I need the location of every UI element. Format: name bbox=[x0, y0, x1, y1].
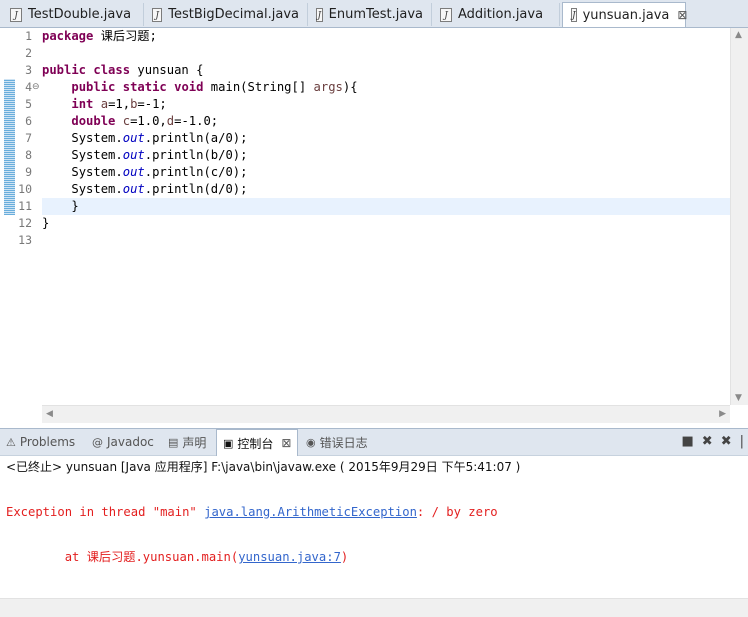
tab-label: TestBigDecimal.java bbox=[168, 7, 299, 22]
source-location-link[interactable]: yunsuan.java:7 bbox=[238, 550, 341, 564]
tab-testbigdecimal[interactable]: J TestBigDecimal.java bbox=[144, 3, 308, 26]
editor-horizontal-scrollbar[interactable]: ◀ ▶ bbox=[42, 405, 730, 423]
code-line: System.out.println(b/0); bbox=[71, 148, 248, 162]
code-line: package 课后习题; bbox=[42, 29, 157, 43]
line-number: 1 bbox=[25, 29, 32, 43]
tab-error-log[interactable]: ◉ 错误日志 bbox=[306, 429, 368, 455]
java-file-icon: J bbox=[10, 7, 22, 22]
line-number: 2 bbox=[25, 46, 32, 60]
remove-launch-icon[interactable]: ✖ bbox=[702, 434, 713, 449]
line-number: 11 bbox=[18, 199, 32, 213]
annotation-ruler bbox=[0, 28, 16, 405]
java-file-icon: J bbox=[571, 8, 577, 22]
tab-label: Javadoc bbox=[107, 435, 154, 449]
tab-label: TestDouble.java bbox=[28, 7, 132, 22]
tab-label: Problems bbox=[19, 435, 76, 449]
line-number: 3 bbox=[25, 63, 32, 77]
console-line: at 课后习题.yunsuan.main(yunsuan.java:7) bbox=[6, 550, 349, 564]
editor-vertical-scrollbar[interactable]: ▲ ▼ bbox=[730, 28, 748, 405]
line-number: 4 bbox=[25, 80, 32, 94]
javadoc-icon: @ bbox=[92, 435, 103, 449]
code-line: } bbox=[71, 199, 79, 213]
declaration-icon: ▤ bbox=[168, 435, 179, 449]
code-text[interactable]: package 课后习题; public class yunsuan { pub… bbox=[42, 28, 730, 405]
console-line: Exception in thread "main" java.lang.Ari… bbox=[6, 505, 498, 519]
remove-all-terminated-icon[interactable]: ✖ bbox=[721, 434, 732, 449]
tab-declaration[interactable]: ▤ 声明 bbox=[168, 429, 206, 455]
tab-label: 声明 bbox=[182, 435, 207, 450]
tab-label: yunsuan.java bbox=[582, 7, 670, 23]
java-file-icon: J bbox=[440, 7, 452, 22]
line-number: 6 bbox=[25, 114, 32, 128]
tab-javadoc[interactable]: @ Javadoc bbox=[92, 429, 154, 455]
line-number: 8 bbox=[25, 148, 32, 162]
panel-tab-bar: ⚠ Problems @ Javadoc ▤ 声明 ▣ 控制台 ⊠ ◉ 错误日志… bbox=[0, 428, 748, 456]
tab-label: 控制台 bbox=[237, 436, 274, 451]
line-number: 7 bbox=[25, 131, 32, 145]
tab-yunsuan[interactable]: J yunsuan.java ⊠ bbox=[562, 2, 687, 27]
close-icon[interactable]: ⊠ bbox=[677, 8, 687, 22]
console-icon: ▣ bbox=[223, 436, 234, 450]
code-line: System.out.println(d/0); bbox=[71, 182, 248, 196]
editor-tab-bar: J TestDouble.java J TestBigDecimal.java … bbox=[0, 0, 748, 28]
console-output[interactable]: Exception in thread "main" java.lang.Ari… bbox=[6, 476, 498, 580]
line-number: 13 bbox=[18, 233, 32, 247]
warning-icon: ⚠ bbox=[6, 435, 16, 449]
line-number: 10 bbox=[18, 182, 32, 196]
line-number: 5 bbox=[25, 97, 32, 111]
line-number: 9 bbox=[25, 165, 32, 179]
tab-testdouble[interactable]: J TestDouble.java bbox=[2, 3, 144, 26]
line-number: 12 bbox=[18, 216, 32, 230]
change-marker bbox=[4, 79, 15, 215]
scroll-right-icon[interactable]: ▶ bbox=[719, 409, 726, 419]
terminate-icon[interactable]: ■ bbox=[682, 434, 694, 449]
error-log-icon: ◉ bbox=[306, 435, 316, 449]
java-file-icon: J bbox=[316, 7, 323, 22]
tab-enumtest[interactable]: J EnumTest.java bbox=[308, 3, 432, 26]
tab-label: 错误日志 bbox=[319, 435, 368, 450]
code-line: System.out.println(c/0); bbox=[71, 165, 248, 179]
code-line: System.out.println(a/0); bbox=[71, 131, 248, 145]
scroll-up-icon[interactable]: ▲ bbox=[735, 30, 742, 40]
tab-console[interactable]: ▣ 控制台 ⊠ bbox=[216, 429, 299, 456]
scroll-left-icon[interactable]: ◀ bbox=[46, 409, 53, 419]
java-file-icon: J bbox=[152, 7, 163, 22]
toolbar-separator: | bbox=[739, 434, 744, 449]
code-line: double c=1.0,d=-1.0; bbox=[71, 114, 219, 128]
code-line: public static void main(String[] args){ bbox=[71, 80, 358, 94]
scroll-down-icon[interactable]: ▼ bbox=[735, 393, 742, 403]
code-line: int a=1,b=-1; bbox=[71, 97, 167, 111]
code-line: public class yunsuan { bbox=[42, 63, 204, 77]
tab-problems[interactable]: ⚠ Problems bbox=[6, 429, 75, 455]
tab-label: EnumTest.java bbox=[328, 7, 423, 22]
fold-collapse-icon[interactable]: ⊖ bbox=[32, 82, 40, 92]
tab-addition[interactable]: J Addition.java bbox=[432, 3, 560, 26]
close-icon[interactable]: ⊠ bbox=[281, 436, 291, 450]
code-editor[interactable]: 1 2 3 4 5 6 7 8 9 10 11 12 13 ⊖ package … bbox=[0, 28, 748, 423]
exception-link[interactable]: java.lang.ArithmeticException bbox=[204, 505, 417, 519]
tab-label: Addition.java bbox=[458, 7, 544, 22]
console-status-header: <已终止> yunsuan [Java 应用程序] F:\java\bin\ja… bbox=[6, 460, 521, 474]
console-horizontal-scrollbar[interactable] bbox=[0, 598, 748, 617]
console-toolbar: ■ ✖ ✖ | bbox=[682, 434, 745, 449]
code-line: } bbox=[42, 216, 50, 230]
